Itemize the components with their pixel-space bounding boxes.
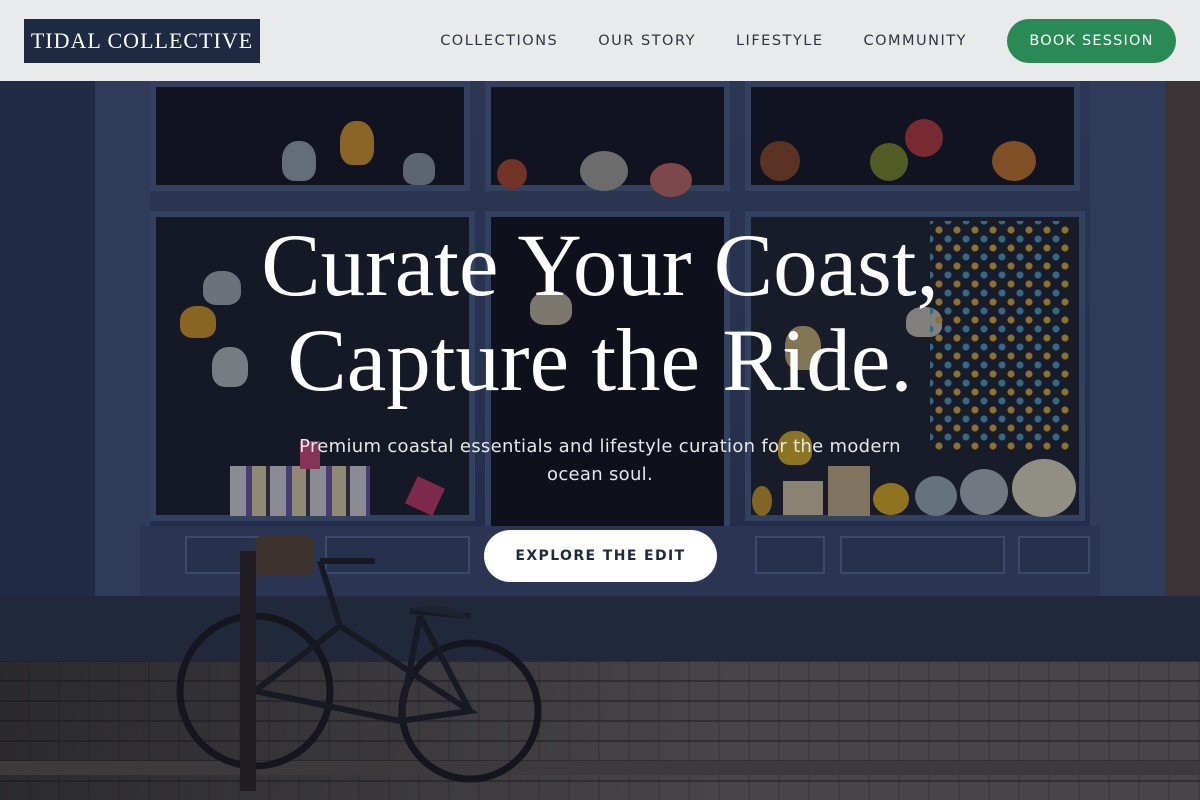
book-session-button[interactable]: BOOK SESSION	[1007, 18, 1176, 63]
brand-logo[interactable]: TIDAL COLLECTIVE	[24, 18, 260, 63]
site-header: TIDAL COLLECTIVE COLLECTIONS OUR STORY L…	[0, 0, 1200, 81]
nav-item-community[interactable]: COMMUNITY	[863, 33, 967, 49]
hero-headline: Curate Your Coast, Capture the Ride.	[100, 219, 1100, 409]
nav-item-lifestyle[interactable]: LIFESTYLE	[736, 33, 824, 49]
hero-content: Curate Your Coast, Capture the Ride. Pre…	[0, 81, 1200, 800]
nav-item-collections[interactable]: COLLECTIONS	[440, 33, 558, 49]
hero-subtitle: Premium coastal essentials and lifestyle…	[299, 436, 901, 485]
hero-headline-line-1: Curate Your Coast,	[261, 217, 939, 315]
hero-section: Curate Your Coast, Capture the Ride. Pre…	[0, 81, 1200, 800]
nav-item-our-story[interactable]: OUR STORY	[598, 33, 696, 49]
explore-the-edit-button[interactable]: EXPLORE THE EDIT	[484, 530, 717, 582]
hero-headline-line-2: Capture the Ride.	[287, 312, 913, 410]
main-nav: COLLECTIONS OUR STORY LIFESTYLE COMMUNIT…	[440, 33, 967, 49]
